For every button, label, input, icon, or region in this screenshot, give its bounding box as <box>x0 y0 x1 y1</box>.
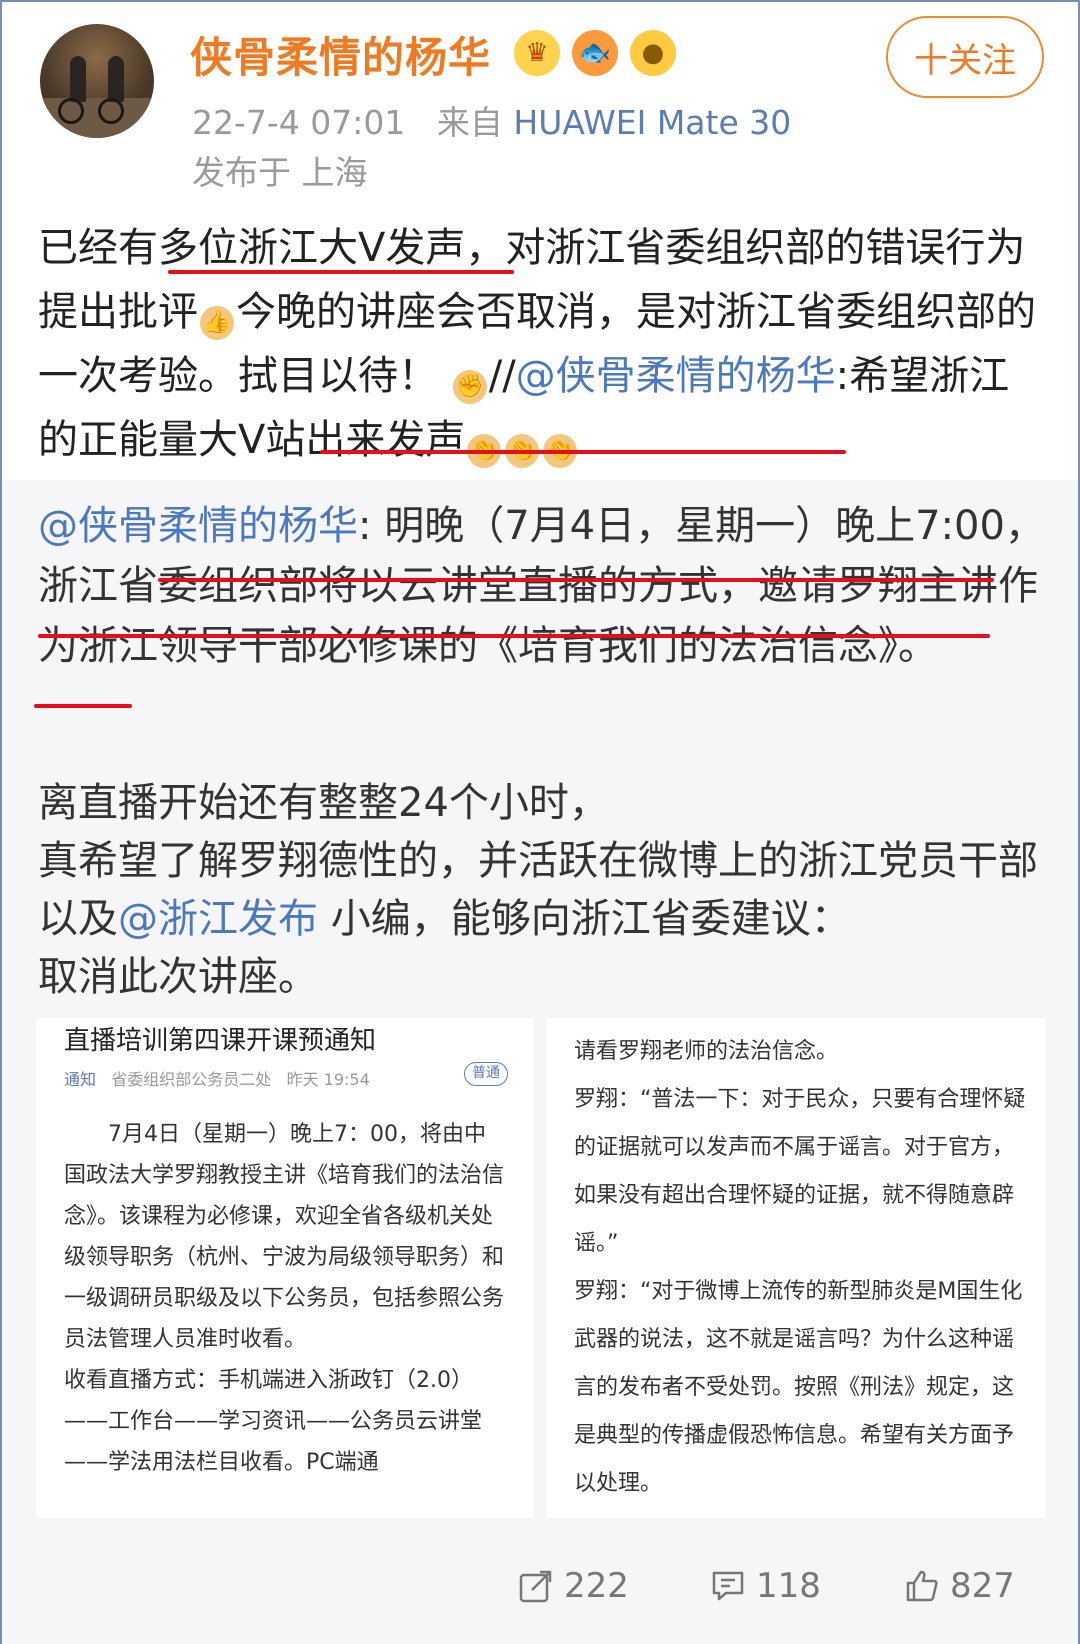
like-button[interactable]: 827 <box>904 1556 1015 1616</box>
comment-icon <box>712 1571 744 1601</box>
avatar[interactable] <box>40 24 154 138</box>
repost-extra-text: 离直播开始还有整整24个小时， 真希望了解罗翔德性的，并活跃在微博上的浙江党员干… <box>38 774 1048 1006</box>
post-time: 22-7-4 07:01 <box>192 103 406 142</box>
notice-body: 7月4日（星期一）晚上7：00，将由中国政法大学罗翔教授主讲《培育我们的法治信念… <box>64 1122 505 1475</box>
post-device[interactable]: HUAWEI Mate 30 <box>513 103 791 142</box>
red-underline <box>38 634 990 638</box>
zhejiang-fabu-mention[interactable]: @浙江发布 <box>118 896 318 942</box>
repost-mention-link[interactable]: @侠骨柔情的杨华 <box>38 503 358 549</box>
post-meta: 22-7-4 07:01 来自 HUAWEI Mate 30 <box>192 96 791 144</box>
thumbs-up-icon: 👍 <box>200 306 234 340</box>
notice-pill: 普通 <box>464 1062 508 1086</box>
fist-icon: ✊ <box>452 370 487 404</box>
username[interactable]: 侠骨柔情的杨华 <box>190 24 491 85</box>
share-button[interactable]: 222 <box>518 1556 629 1616</box>
post-location: 发布于 上海 <box>192 153 368 192</box>
extra-line: 取消此次讲座。 <box>38 954 318 1000</box>
notice-title: 直播培训第四课开课预通知 <box>64 1026 377 1056</box>
koi-badge-icon: 🐟 <box>572 30 618 76</box>
action-bar: 222 118 827 <box>0 1556 1080 1616</box>
post-image-quote[interactable]: 请看罗翔老师的法治信念。 罗翔：“普法一下：对于民众，只要有合理怀疑的证据就可以… <box>546 1018 1046 1518</box>
comment-button[interactable]: 118 <box>710 1556 821 1616</box>
share-icon <box>519 1570 552 1603</box>
puffer-badge-icon: ● <box>630 30 676 76</box>
crown-badge-icon: ♛ <box>514 30 560 76</box>
quote-body: 请看罗翔老师的法治信念。 罗翔：“普法一下：对于民众，只要有合理怀疑的证据就可以… <box>574 1039 1026 1496</box>
comment-count: 118 <box>756 1566 821 1606</box>
post-text-p3: // <box>488 353 516 399</box>
extra-line: 真希望了解罗翔德性的，并活跃在微博上的浙江党员干部以及@浙江发布 小编，能够向浙… <box>38 838 1038 942</box>
notice-meta: 通知 省委组织部公务员二处 昨天 19:54 <box>64 1070 370 1089</box>
thumbs-up-icon <box>906 1570 938 1602</box>
follow-button[interactable]: 十关注 <box>886 16 1044 98</box>
post-image-notice[interactable]: 直播培训第四课开课预通知 通知 省委组织部公务员二处 昨天 19:54 普通 7… <box>36 1018 534 1518</box>
red-underline <box>158 578 994 582</box>
share-count: 222 <box>564 1566 629 1606</box>
source-prefix: 来自 <box>436 103 503 142</box>
red-underline <box>168 270 514 274</box>
repost-text: @侠骨柔情的杨华: 明晚（7月4日，星期一）晚上7:00，浙江省委组织部将以云讲… <box>38 496 1048 676</box>
post-text: 已经有多位浙江大V发声，对浙江省委组织部的错误行为提出批评 👍 今晚的讲座会否取消，… <box>38 216 1048 472</box>
user-badges: ♛ 🐟 ● <box>514 30 676 76</box>
like-count: 827 <box>950 1566 1015 1606</box>
mention-link[interactable]: @侠骨柔情的杨华 <box>516 353 836 399</box>
red-underline <box>34 704 132 708</box>
extra-line: 离直播开始还有整整24个小时， <box>38 780 609 826</box>
red-underline <box>320 450 846 454</box>
